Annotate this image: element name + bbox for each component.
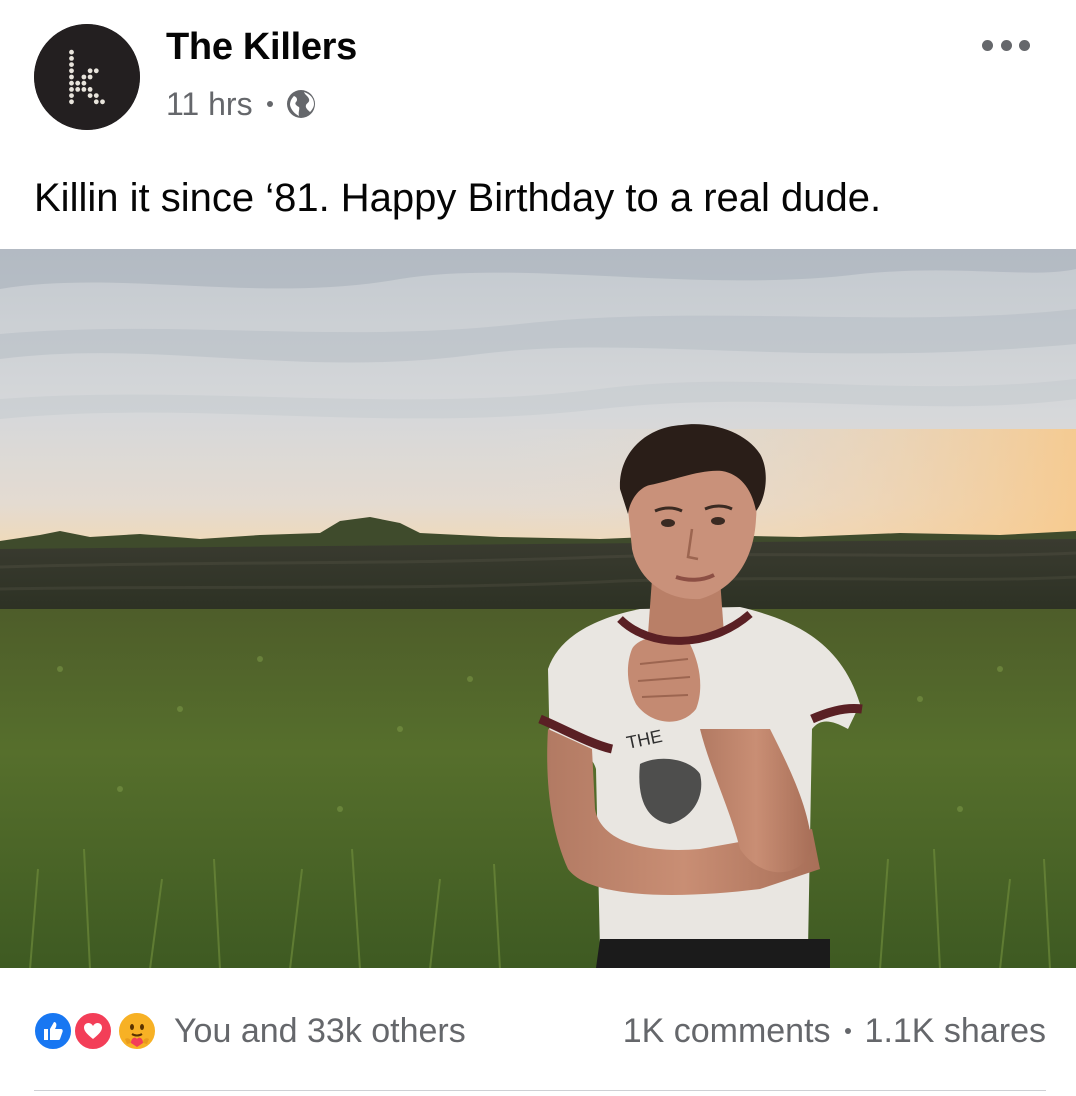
logo-dot bbox=[75, 80, 81, 86]
care-icon bbox=[116, 1010, 158, 1052]
post-caption: Killin it since ‘81. Happy Birthday to a… bbox=[34, 176, 882, 220]
like-icon bbox=[32, 1010, 74, 1052]
separator-dot bbox=[844, 1028, 851, 1034]
divider bbox=[34, 1090, 1046, 1091]
logo-dot bbox=[93, 68, 99, 74]
logo-dot bbox=[87, 74, 93, 80]
killers-k-logo bbox=[34, 24, 140, 130]
logo-dot bbox=[81, 87, 87, 92]
logo-dot bbox=[69, 49, 74, 55]
more-dot bbox=[1019, 39, 1030, 51]
logo-dot bbox=[69, 68, 74, 74]
more-dot bbox=[982, 39, 993, 51]
more-options-button[interactable] bbox=[982, 30, 1030, 60]
post-stats: 1K comments 1.1K shares bbox=[623, 1004, 1046, 1058]
photo-illustration: THE bbox=[0, 249, 1076, 968]
logo-dot bbox=[69, 93, 74, 98]
post-timestamp[interactable]: 11 hrs bbox=[166, 86, 253, 123]
reaction-icons bbox=[32, 1006, 166, 1056]
globe-icon[interactable] bbox=[285, 88, 317, 120]
love-icon bbox=[72, 1010, 114, 1052]
separator-dot bbox=[266, 101, 273, 107]
facebook-post: The Killers 11 hrs Killin it since ‘81. … bbox=[0, 0, 1076, 1096]
post-meta: 11 hrs bbox=[166, 82, 317, 126]
logo-dot bbox=[87, 87, 93, 92]
reaction-count-label: You and 33k others bbox=[174, 1011, 466, 1050]
shares-count[interactable]: 1.1K shares bbox=[865, 1012, 1046, 1051]
logo-dot bbox=[93, 93, 99, 98]
page-avatar[interactable] bbox=[34, 24, 140, 130]
logo-dot bbox=[93, 99, 99, 105]
post-photo[interactable]: THE bbox=[0, 249, 1076, 968]
logo-dot bbox=[69, 62, 74, 67]
comments-count[interactable]: 1K comments bbox=[623, 1012, 831, 1051]
logo-dot bbox=[69, 74, 74, 80]
logo-dot bbox=[81, 80, 87, 86]
logo-dot bbox=[69, 99, 74, 105]
logo-dot bbox=[81, 74, 87, 80]
logo-dot bbox=[87, 93, 93, 98]
more-dot bbox=[1000, 39, 1012, 51]
page-name[interactable]: The Killers bbox=[166, 24, 357, 70]
logo-dot bbox=[75, 87, 81, 92]
reactions-summary[interactable]: You and 33k others bbox=[32, 1004, 466, 1058]
logo-dot bbox=[87, 68, 93, 74]
logo-dot bbox=[69, 87, 74, 92]
logo-dot bbox=[69, 80, 74, 86]
logo-dot bbox=[100, 99, 105, 105]
logo-dot bbox=[69, 56, 74, 61]
